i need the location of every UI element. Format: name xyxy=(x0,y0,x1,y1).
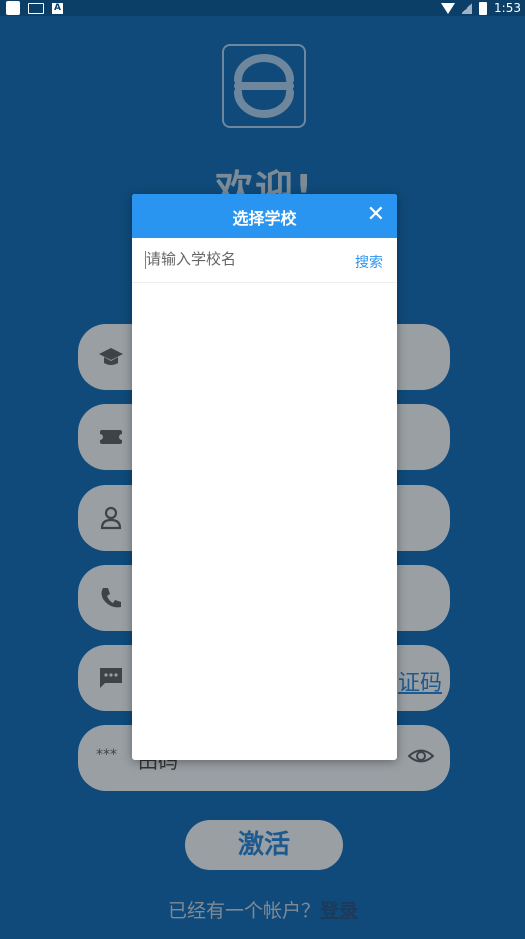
login-link[interactable]: 登录 xyxy=(320,900,358,922)
dialog-title: 选择学校 xyxy=(232,209,297,228)
dialog-header: 选择学校 ✕ xyxy=(132,194,397,238)
login-prompt: 已经有一个帐户？登录 xyxy=(168,896,358,923)
phone-icon xyxy=(98,585,124,611)
school-search-bar: 搜索 xyxy=(132,238,397,283)
battery-icon xyxy=(479,1,488,15)
get-code-button[interactable]: 证码 xyxy=(398,665,442,697)
status-bar: A 1:53 xyxy=(0,0,525,16)
search-button[interactable]: 搜索 xyxy=(355,252,383,272)
person-icon xyxy=(98,505,124,531)
close-icon[interactable]: ✕ xyxy=(367,202,385,227)
app-logo xyxy=(222,44,306,128)
select-school-dialog: 选择学校 ✕ 搜索 xyxy=(132,194,397,760)
message-icon xyxy=(98,665,124,691)
school-search-input[interactable] xyxy=(146,246,346,272)
login-prompt-text: 已经有一个帐户？ xyxy=(168,900,321,922)
notification-icon xyxy=(6,1,20,15)
wifi-icon xyxy=(441,2,456,14)
a-icon: A xyxy=(52,2,63,14)
keyboard-icon xyxy=(28,2,44,14)
password-icon: *** xyxy=(96,747,117,763)
eye-icon[interactable] xyxy=(407,743,435,775)
ticket-icon xyxy=(97,424,125,450)
activate-button[interactable]: 激活 xyxy=(185,820,343,870)
signal-icon xyxy=(462,2,473,14)
status-time: 1:53 xyxy=(494,1,521,15)
graduation-cap-icon xyxy=(98,344,124,370)
